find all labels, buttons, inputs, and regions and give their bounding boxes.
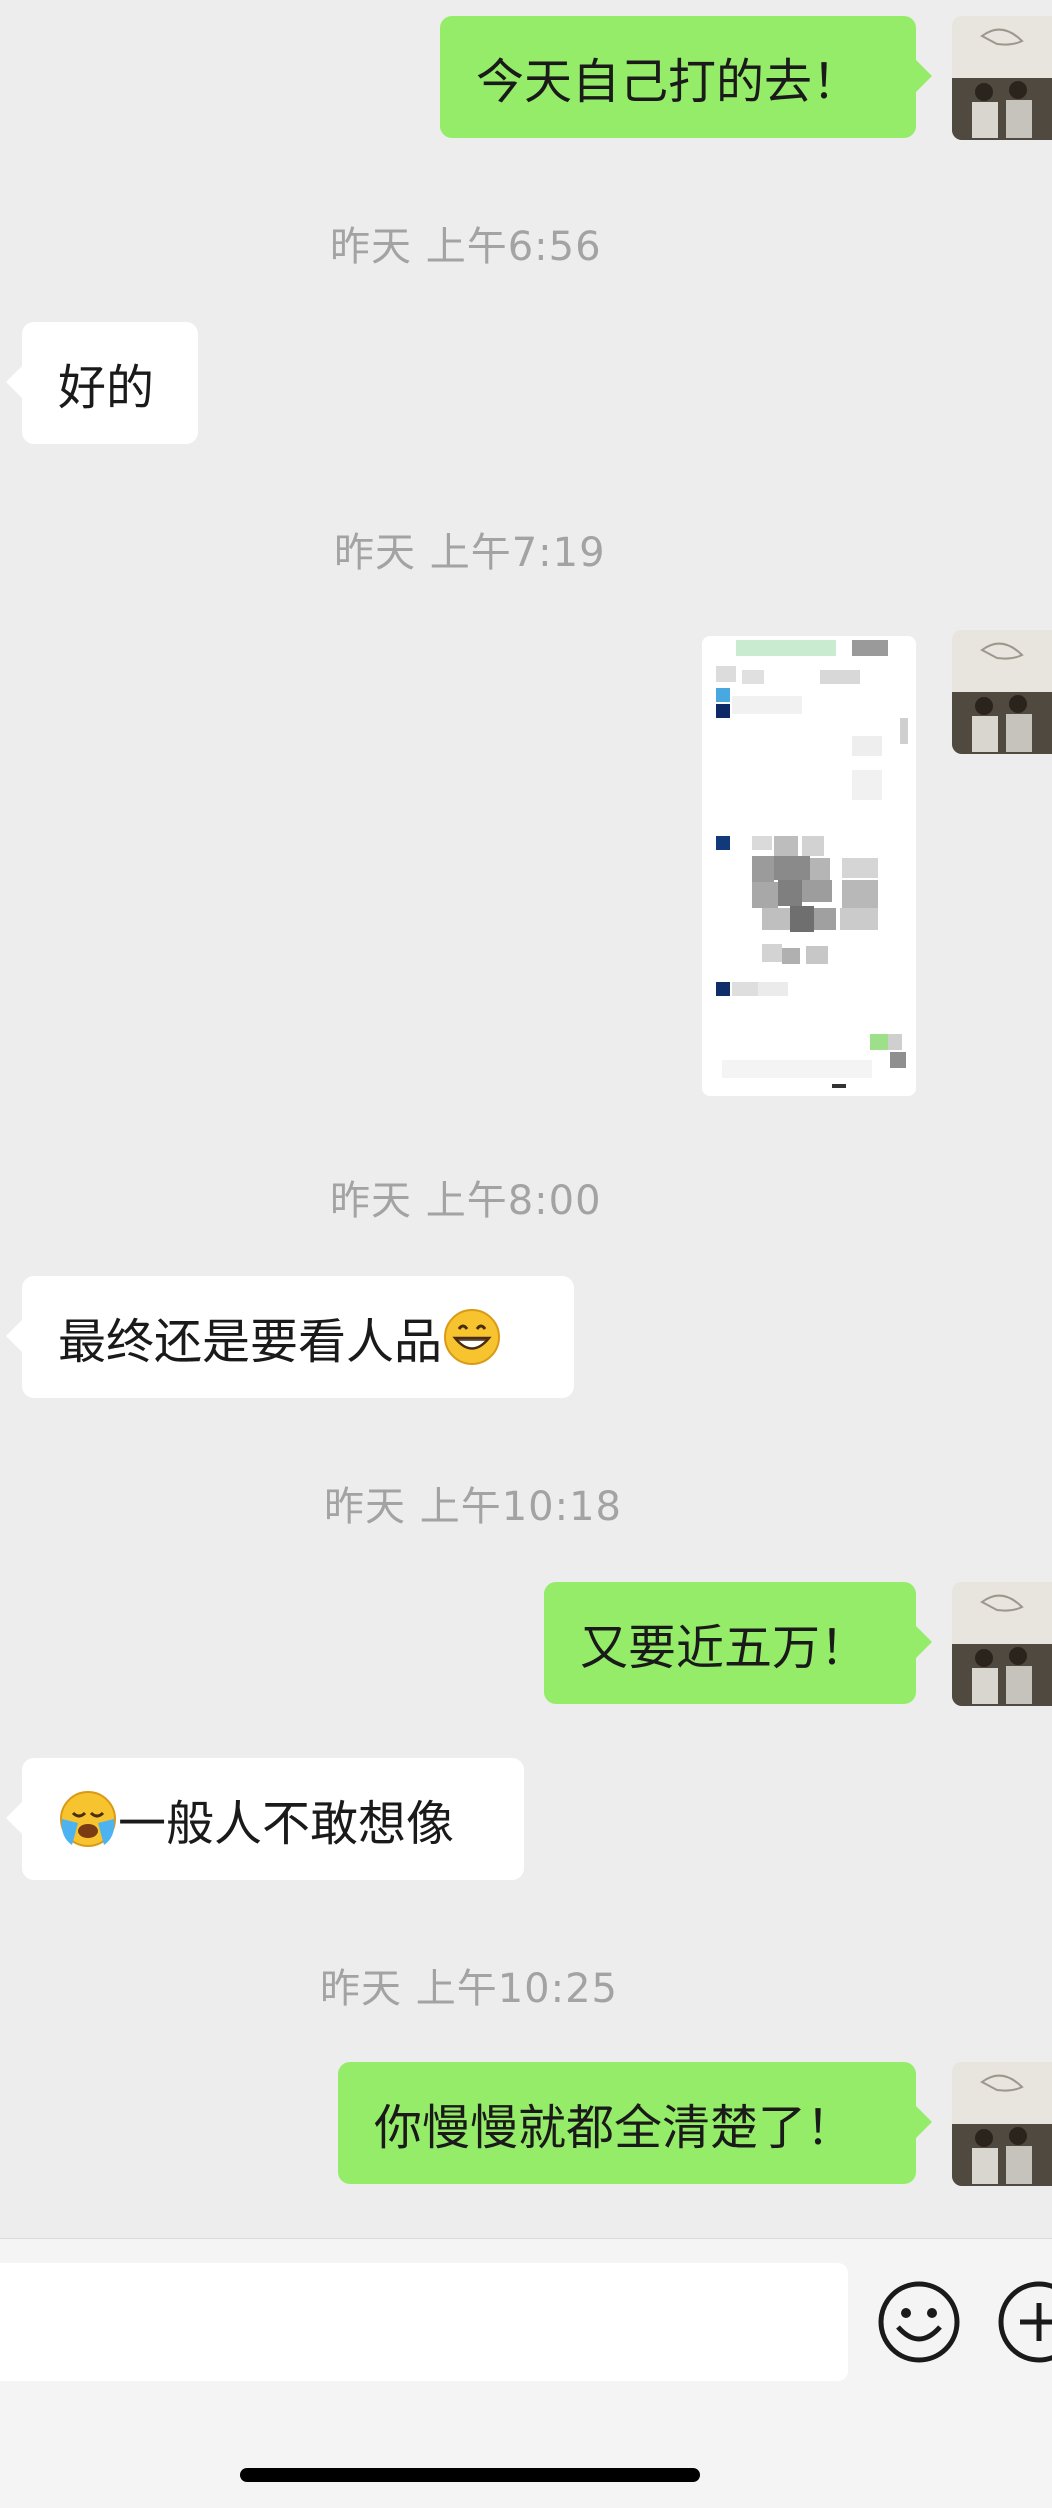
smiley-icon — [878, 2281, 960, 2363]
received-message-bubble[interactable]: 一般人不敢想像 — [22, 1758, 524, 1880]
image-message[interactable] — [702, 636, 916, 1096]
received-message-bubble[interactable]: 最终还是要看人品 — [22, 1276, 574, 1398]
message-text: 今天自己打的去！ — [476, 54, 861, 110]
timestamp: 昨天 上午10:25 — [320, 1966, 618, 2012]
message-input[interactable] — [0, 2263, 848, 2381]
loudly-crying-face-icon — [58, 1789, 118, 1849]
message-text: 最终还是要看人品 — [58, 1314, 443, 1370]
bubble-tail — [916, 2106, 932, 2138]
emoji-button[interactable] — [876, 2279, 962, 2365]
message-text: 一般人不敢想像 — [118, 1796, 455, 1852]
bubble-tail — [916, 60, 932, 92]
message-text: 好的 — [58, 360, 155, 416]
home-indicator[interactable] — [240, 2468, 700, 2482]
my-avatar[interactable] — [952, 16, 1052, 140]
plus-icon — [998, 2281, 1052, 2363]
grinning-face-icon — [442, 1307, 502, 1367]
sent-message-bubble[interactable]: 你慢慢就都全清楚了！ — [338, 2062, 916, 2184]
timestamp: 昨天 上午8:00 — [330, 1178, 602, 1224]
timestamp: 昨天 上午7:19 — [334, 530, 606, 576]
sent-message-bubble[interactable]: 今天自己打的去！ — [440, 16, 916, 138]
message-text: 又要近五万！ — [580, 1620, 869, 1676]
bubble-tail — [6, 1320, 22, 1352]
timestamp: 昨天 上午6:56 — [330, 224, 602, 270]
chat-area[interactable]: 今天自己打的去！ 昨天 上午6:56 好的 昨天 上午7:19 昨天 上午8:0… — [0, 0, 1052, 2238]
received-message-bubble[interactable]: 好的 — [22, 322, 198, 444]
sent-message-bubble[interactable]: 又要近五万！ — [544, 1582, 916, 1704]
my-avatar[interactable] — [952, 630, 1052, 754]
message-text: 你慢慢就都全清楚了！ — [374, 2100, 855, 2156]
bubble-tail — [916, 1626, 932, 1658]
bubble-tail — [6, 366, 22, 398]
my-avatar[interactable] — [952, 2062, 1052, 2186]
timestamp: 昨天 上午10:18 — [324, 1484, 622, 1530]
more-button[interactable] — [996, 2279, 1052, 2365]
my-avatar[interactable] — [952, 1582, 1052, 1706]
bubble-tail — [6, 1802, 22, 1834]
